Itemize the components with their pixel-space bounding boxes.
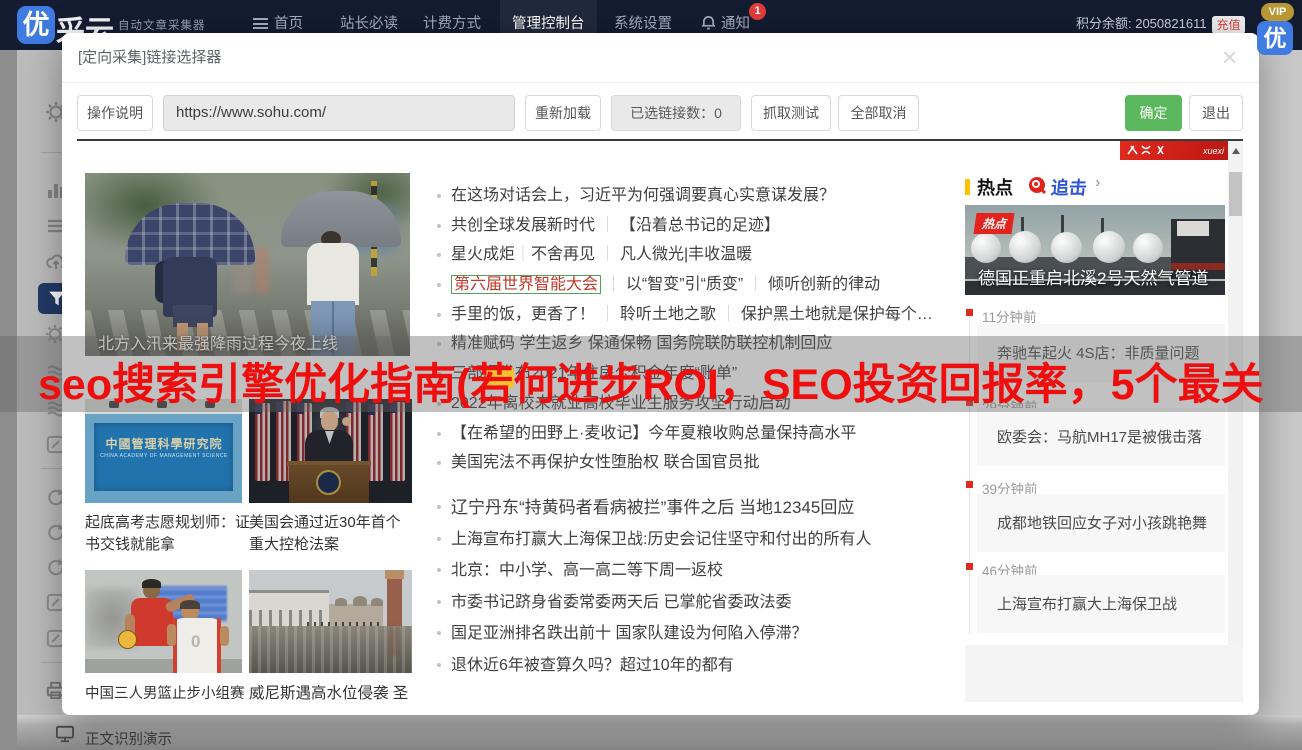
- headline-link[interactable]: 在这场对话会上，习近平为何强调要真心实意谋发展？: [436, 181, 948, 211]
- screen: 正文识别演示 优 采云 自动文章采集器 首页 站长必读 计费方式 管理控制台 系统设置通…: [0, 0, 1302, 750]
- headline-link[interactable]: 退休近6年被查算久吗？超过10年的都有: [436, 650, 948, 682]
- seo-watermark-text: seo搜索引擎优化指南(若何进步ROI，SEO投资回报率，5个最关: [38, 361, 1264, 409]
- banner-text: xuexi: [1202, 146, 1224, 156]
- chevron-right-icon[interactable]: ›: [1095, 174, 1100, 192]
- scrollbar-track[interactable]: [1228, 141, 1243, 702]
- timeline-news-card[interactable]: 欧委会：马航MH17是被俄击落: [977, 408, 1225, 466]
- headline-link[interactable]: 辽宁丹东“持黄码者看病被拦”事件之后 当地12345回应: [436, 492, 948, 524]
- headline-link[interactable]: 手里的饭，更香了！ ｜ 聆听土地之歌 ｜ 保护黑土地就是保护每个…: [436, 300, 948, 330]
- headline-link[interactable]: 第六届世界智能大会 ｜ 以“智变”引“质变” ｜ 倾听创新的律动: [436, 270, 948, 300]
- plaque-en: CHINA ACADEMY OF MANAGEMENT SCIENCE: [100, 453, 228, 459]
- timeline-news-card[interactable]: 上海宣布打赢大上海保卫战: [977, 575, 1225, 633]
- timeline-bullet: [966, 563, 973, 570]
- photo-caption[interactable]: 起底高考志愿规划师：证书交钱就能拿: [85, 512, 251, 556]
- hot-section-accent: [965, 179, 970, 195]
- photo-basketball[interactable]: 0: [85, 570, 242, 673]
- sidebar-footer-block: [965, 645, 1242, 702]
- photo-caption[interactable]: 美国会通过近30年首个重大控枪法案: [249, 512, 415, 556]
- headline-link[interactable]: 市委书记跻身省委常委两天后 已掌舵省委政法委: [436, 587, 948, 619]
- headline-link[interactable]: 共创全球发展新时代 ｜ 【沿着总书记的足迹】: [436, 211, 948, 241]
- xuexi-banner[interactable]: xuexi: [1120, 141, 1228, 160]
- photo-plaque[interactable]: 中國管理科學研究院 CHINA ACADEMY OF MANAGEMENT SC…: [85, 399, 242, 503]
- photo-caption[interactable]: 威尼斯遇高水位侵袭 圣: [249, 683, 417, 705]
- target-icon: [1028, 176, 1046, 194]
- timeline-timestamp: 11分钟前: [982, 310, 1037, 325]
- headline-link[interactable]: 国足亚洲排名跌出前十 国家队建设为何陷入停滞？: [436, 618, 948, 650]
- hot-section-title2: 追击: [1049, 178, 1088, 198]
- headline-link[interactable]: 【在希望的田野上·麦收记】今年夏粮收购总量保持高水平: [436, 419, 948, 449]
- photo-biden[interactable]: [249, 399, 412, 503]
- selected-link-box[interactable]: 第六届世界智能大会: [451, 275, 602, 295]
- scrollbar-thumb[interactable]: [1229, 172, 1242, 216]
- headline-link[interactable]: 北京：中小学、高一高二等下周一返校: [436, 555, 948, 587]
- photo-caption[interactable]: 中国三人男篮止步小组赛: [85, 683, 245, 705]
- plaque-cn: 中國管理科學研究院: [105, 437, 223, 451]
- headline-link[interactable]: 上海宣布打赢大上海保卫战:历史会记住坚守和付出的所有人: [436, 524, 948, 556]
- scroll-up-arrow[interactable]: [1232, 148, 1240, 154]
- headline-link[interactable]: 美国宪法不再保护女性堕胎权 联合国官员批: [436, 448, 948, 478]
- timeline-bullet: [966, 309, 973, 316]
- hot-news-card[interactable]: 热点 德国正重启北溪2号天然气管道: [965, 205, 1225, 295]
- photo-venice[interactable]: [249, 570, 412, 673]
- hot-badge: 热点: [973, 213, 1015, 234]
- timeline-bullet: [966, 481, 973, 488]
- lead-photo-rain[interactable]: 北方入汛来最强降雨过程今夜上线: [85, 173, 410, 356]
- timeline-news-card[interactable]: 成都地铁回应女子对小孩跳艳舞: [977, 494, 1225, 552]
- jersey-number: 0: [191, 632, 201, 651]
- headline-link[interactable]: 星火成炬｜不舍再见 ｜ 凡人微光|丰收温暖: [436, 240, 948, 270]
- hot-section-title: 热点: [977, 178, 1013, 198]
- hot-card-caption: 德国正重启北溪2号天然气管道: [978, 269, 1209, 288]
